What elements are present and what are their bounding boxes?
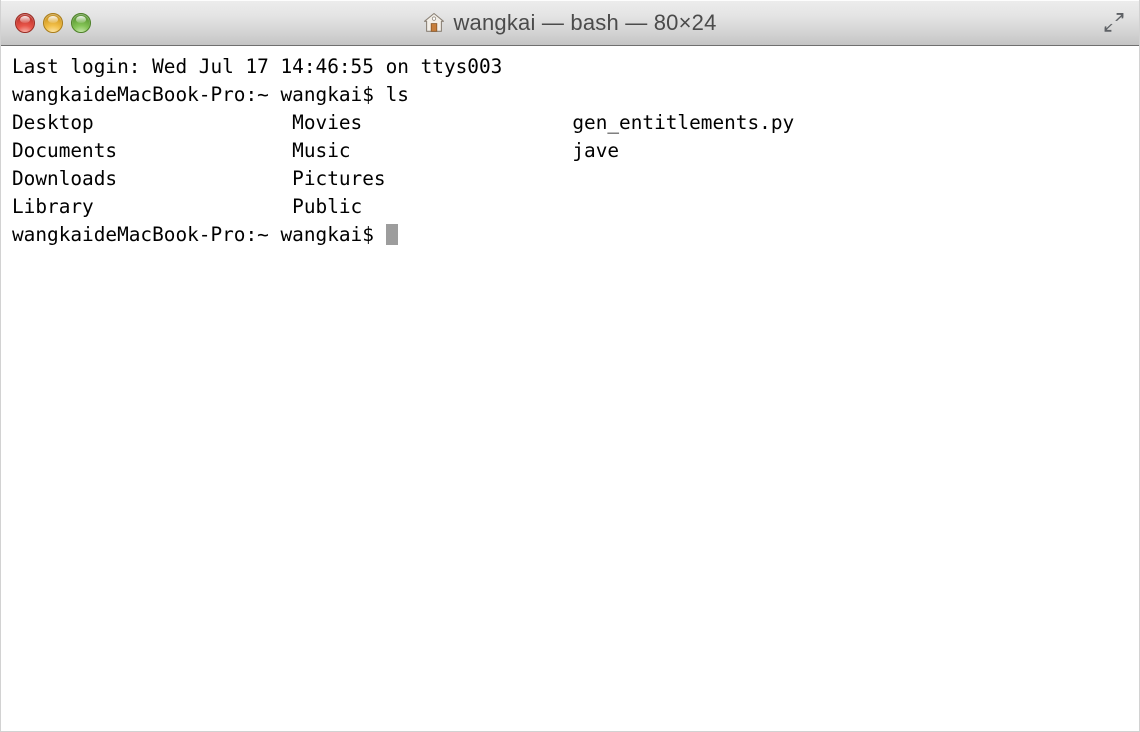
terminal-line-listing-row-3: Downloads Pictures xyxy=(12,167,386,190)
terminal-output: Last login: Wed Jul 17 14:46:55 on ttys0… xyxy=(12,53,1139,249)
terminal-line-last-login: Last login: Wed Jul 17 14:46:55 on ttys0… xyxy=(12,55,503,78)
window-title: wangkai — bash — 80×24 xyxy=(453,9,717,35)
fullscreen-button[interactable] xyxy=(1099,9,1129,37)
text-cursor xyxy=(385,224,398,245)
terminal-line-listing-row-4: Library Public xyxy=(12,195,363,218)
title-bar[interactable]: wangkai — bash — 80×24 xyxy=(1,0,1139,46)
terminal-content-area[interactable]: Last login: Wed Jul 17 14:46:55 on ttys0… xyxy=(1,46,1139,731)
terminal-line-listing-row-2: Documents Music jave xyxy=(12,139,620,162)
home-icon xyxy=(423,12,445,33)
window-title-group: wangkai — bash — 80×24 xyxy=(423,10,716,36)
terminal-line-active-prompt: wangkaideMacBook-Pro:~ wangkai$ xyxy=(12,223,386,246)
zoom-button[interactable] xyxy=(71,12,91,33)
terminal-line-prompt-command: wangkaideMacBook-Pro:~ wangkai$ ls xyxy=(12,83,409,106)
close-button[interactable] xyxy=(15,12,35,33)
minimize-button[interactable] xyxy=(43,12,63,33)
terminal-window: wangkai — bash — 80×24 Last login: Wed J… xyxy=(0,0,1140,732)
window-controls xyxy=(15,12,91,33)
terminal-line-listing-row-1: Desktop Movies gen_entitlements.py xyxy=(12,111,795,134)
